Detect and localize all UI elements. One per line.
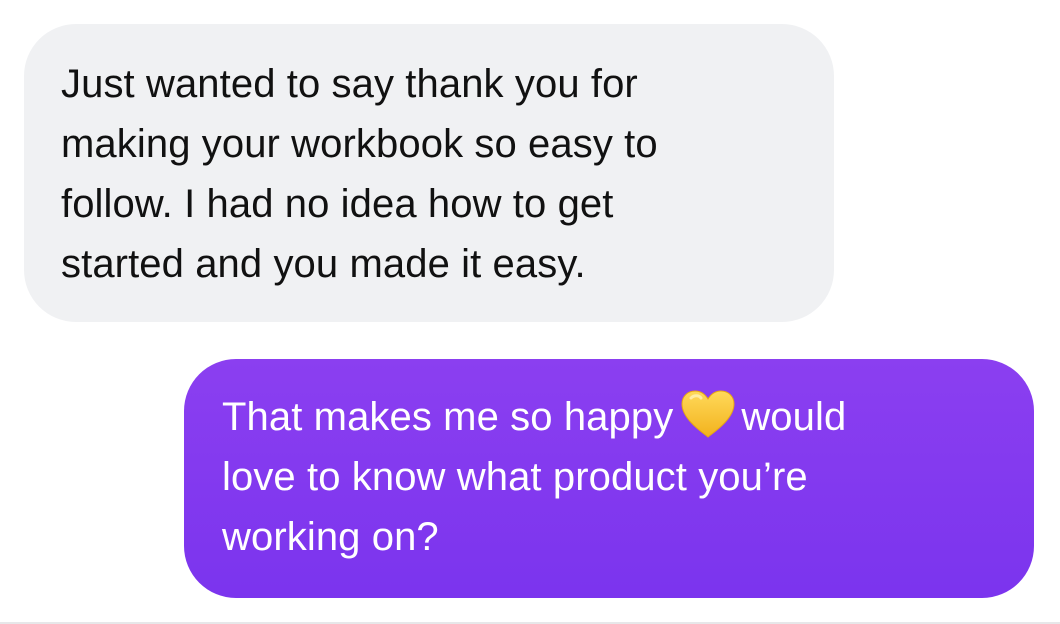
yellow-heart-icon <box>679 388 737 440</box>
message-text-line: Just wanted to say thank you for <box>61 62 638 106</box>
message-text-line: That makes me so happy would <box>222 387 998 447</box>
message-text-line: love to know what product you’re <box>222 455 808 499</box>
message-text-line: follow. I had no idea how to get <box>61 182 614 226</box>
message-text-fragment: would <box>741 395 847 439</box>
message-text-fragment: That makes me so happy <box>222 395 674 439</box>
message-text-line: working on? <box>222 515 439 559</box>
received-message-bubble[interactable]: Just wanted to say thank you for making … <box>24 24 834 322</box>
sent-message-bubble[interactable]: That makes me so happy would love to kno… <box>184 359 1034 598</box>
message-thread: Just wanted to say thank you for making … <box>0 0 1060 624</box>
message-text-line: making your workbook so easy to <box>61 122 658 166</box>
message-text-line: started and you made it easy. <box>61 242 586 286</box>
